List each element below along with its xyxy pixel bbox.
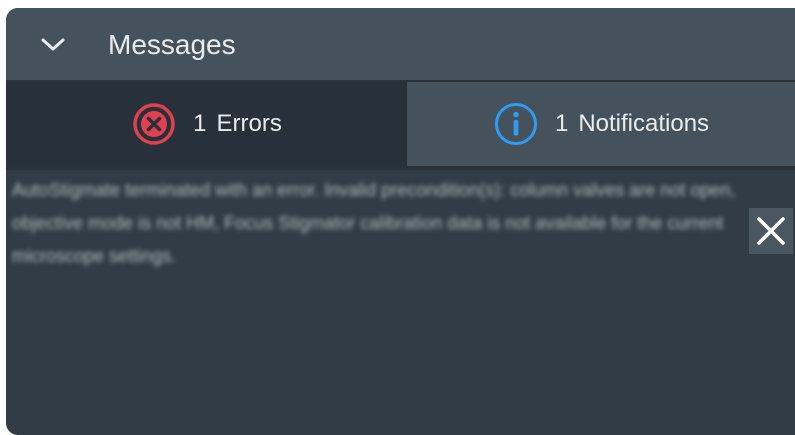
dismiss-message-button[interactable] xyxy=(749,208,793,254)
notifications-count: 1 xyxy=(554,110,569,137)
error-message-text: AutoStigmate terminated with an error. I… xyxy=(12,180,736,266)
message-list: AutoStigmate terminated with an error. I… xyxy=(6,170,795,435)
message-tabs: 1 Errors 1 Notifications xyxy=(6,82,795,166)
panel-title: Messages xyxy=(108,29,236,60)
messages-panel: Messages 1 Errors 1 Notifications AutoSt… xyxy=(6,8,795,435)
errors-count: 1 xyxy=(193,110,207,137)
messages-header[interactable]: Messages xyxy=(6,8,795,82)
chevron-down-icon[interactable] xyxy=(38,32,68,56)
error-circle-icon xyxy=(131,101,177,147)
tab-errors[interactable]: 1 Errors xyxy=(6,82,407,166)
notifications-label: Notifications xyxy=(578,110,710,137)
close-icon xyxy=(757,217,785,245)
info-circle-icon xyxy=(493,101,539,147)
errors-label: Errors xyxy=(216,110,282,137)
tab-notifications[interactable]: 1 Notifications xyxy=(407,82,795,166)
